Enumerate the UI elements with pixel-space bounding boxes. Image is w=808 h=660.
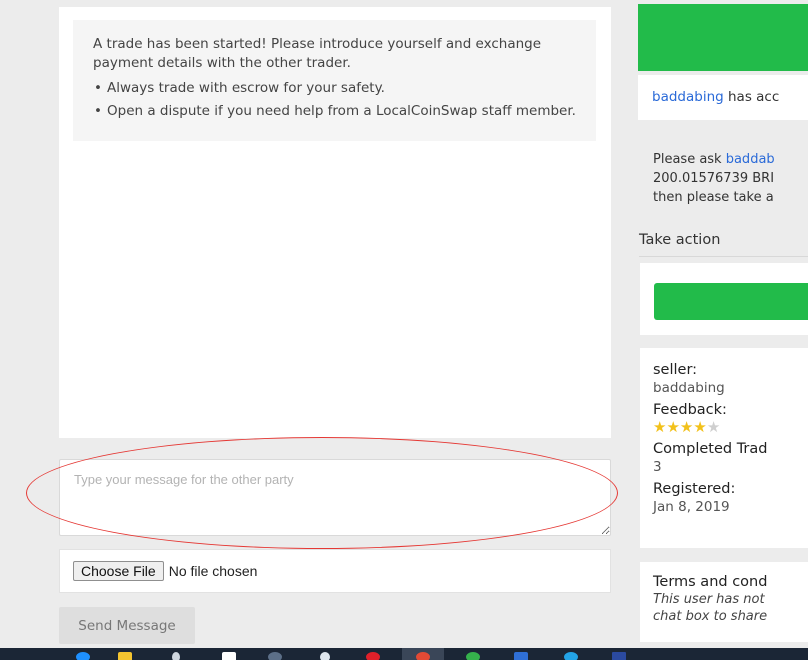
star-filled-icon: ★ <box>679 418 694 436</box>
send-message-button[interactable]: Send Message <box>59 607 195 644</box>
seller-info-card: seller: baddabing Feedback: ★★★★★ Comple… <box>640 348 808 548</box>
folder-icon[interactable] <box>118 652 132 660</box>
notice-tip: Always trade with escrow for your safety… <box>93 79 576 98</box>
terms-line-2: chat box to share <box>653 609 768 624</box>
ask-line-1: Please ask baddab <box>653 150 795 169</box>
ask-line-2: 200.01576739 BRI <box>653 171 775 186</box>
message-input[interactable] <box>59 459 611 536</box>
ask-line-3: then please take a <box>653 190 774 205</box>
choose-file-button[interactable]: Choose File <box>73 561 164 581</box>
files-icon[interactable] <box>514 652 528 660</box>
chrome-active-icon[interactable] <box>416 652 430 660</box>
chat-history-panel: A trade has been started! Please introdu… <box>59 7 611 438</box>
feedback-stars: ★★★★★ <box>653 419 795 436</box>
take-action-heading: Take action <box>639 232 808 257</box>
feedback-label: Feedback: <box>653 402 727 418</box>
file-upload-row: Choose File No file chosen <box>59 549 611 593</box>
ask-prefix: Please ask <box>653 152 726 167</box>
monitor-icon[interactable] <box>612 652 626 660</box>
app-icon[interactable] <box>564 652 578 660</box>
windows-icon[interactable] <box>76 652 90 660</box>
gmail-icon[interactable] <box>222 652 236 660</box>
ask-user-link[interactable]: baddab <box>726 152 775 167</box>
notice-intro: A trade has been started! Please introdu… <box>93 36 542 71</box>
star-empty-icon: ★ <box>706 418 721 436</box>
registered-value: Jan 8, 2019 <box>653 499 730 515</box>
payment-instructions: Please ask baddab 200.01576739 BRI then … <box>640 140 808 215</box>
registered-label: Registered: <box>653 481 736 497</box>
star-filled-icon: ★ <box>666 418 680 436</box>
completed-trades-value: 3 <box>653 459 662 475</box>
completed-trades-label: Completed Trad <box>653 441 768 457</box>
dropbox-icon[interactable] <box>320 652 330 660</box>
trade-accept-status: baddabing has acc <box>638 75 808 120</box>
accept-text: has acc <box>723 89 780 105</box>
notice-tip: Open a dispute if you need help from a L… <box>93 102 576 121</box>
primary-action-button[interactable] <box>654 283 808 320</box>
seller-name: baddabing <box>653 380 725 396</box>
terms-line-1: This user has not <box>653 592 765 607</box>
app-icon[interactable] <box>268 652 282 660</box>
chrome-icon[interactable] <box>466 652 480 660</box>
terms-card: Terms and cond This user has not chat bo… <box>640 562 808 642</box>
action-panel <box>640 263 808 335</box>
file-status: No file chosen <box>168 563 258 579</box>
os-taskbar <box>0 648 808 660</box>
user-link[interactable]: baddabing <box>652 89 724 105</box>
terms-title: Terms and cond <box>653 574 768 590</box>
notice-tips-list: Always trade with escrow for your safety… <box>93 79 576 121</box>
star-filled-icon: ★ <box>653 418 667 436</box>
trade-status-banner <box>638 4 808 71</box>
pin-icon[interactable] <box>172 652 180 660</box>
trade-started-notice: A trade has been started! Please introdu… <box>73 20 596 141</box>
star-filled-icon: ★ <box>693 418 707 436</box>
opera-icon[interactable] <box>366 652 380 660</box>
seller-label: seller: <box>653 362 698 378</box>
